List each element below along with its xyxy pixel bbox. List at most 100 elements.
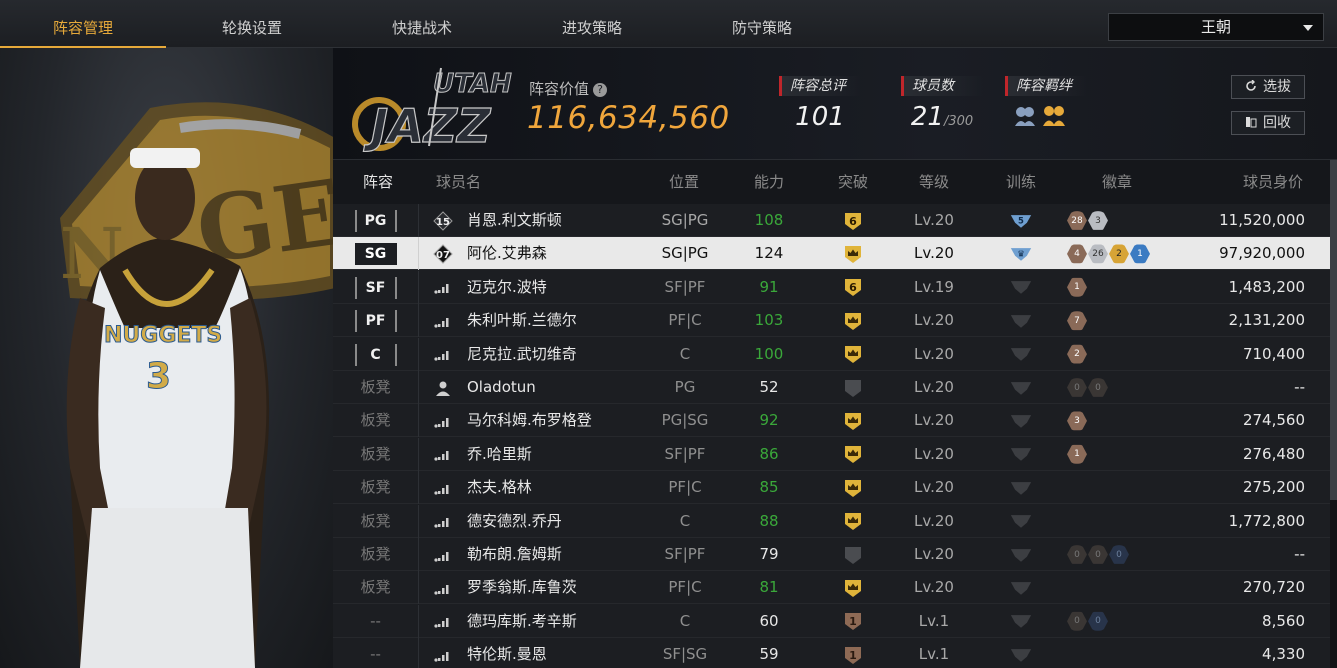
training-cell — [981, 638, 1061, 668]
signal-bars-icon — [434, 317, 449, 328]
tab-lineup-management[interactable]: 阵容管理 — [0, 0, 166, 48]
breakthrough-shield-icon — [845, 579, 861, 597]
breakthrough-shield-icon — [845, 479, 861, 497]
table-row[interactable]: PF 朱利叶斯.兰德尔 PF|C 103 Lv.20 7 2,131,200 — [333, 304, 1337, 338]
badge-hex-icon: 1 — [1067, 277, 1087, 297]
player-value: 97,920,000 — [1219, 244, 1305, 263]
badge-hex-icon: 26 — [1088, 244, 1108, 264]
breakthrough-cell — [813, 505, 893, 538]
col-lineup[interactable]: 阵容 — [363, 160, 393, 204]
player-position: SF|SG — [662, 645, 708, 664]
roster-scrollbar-thumb[interactable] — [1330, 160, 1337, 500]
rating-value: 101 — [795, 102, 845, 132]
signal-bars-icon — [434, 518, 449, 528]
lineup-slot: 板凳 — [333, 504, 419, 538]
table-row[interactable]: C 尼克拉.武切维奇 C 100 Lv.20 2 710,400 — [333, 337, 1337, 371]
top-tab-bar: 阵容管理 轮换设置 快捷战术 进攻策略 防守策略 王朝 — [0, 0, 1337, 48]
player-position: C — [679, 611, 691, 630]
table-row[interactable]: 板凳 Oladotun PG 52 Lv.20 0 0 -- — [333, 371, 1337, 404]
player-name: 肖恩.利文斯顿 — [467, 211, 562, 229]
bond-icons[interactable] — [1013, 104, 1087, 134]
col-badges[interactable]: 徽章 — [1102, 160, 1132, 204]
tab-offense-strategy[interactable]: 进攻策略 — [509, 0, 675, 48]
player-value: 276,480 — [1242, 444, 1305, 463]
player-value: 270,720 — [1242, 578, 1305, 597]
col-level[interactable]: 等级 — [919, 160, 949, 204]
lineup-slot: C — [333, 337, 419, 371]
table-row[interactable]: SF 迈克尔.波特 SF|PF 91 6 Lv.19 1 1,483,200 — [333, 270, 1337, 304]
player-ability: 86 — [759, 444, 779, 463]
breakthrough-cell: 6 — [813, 271, 893, 304]
player-ability: 103 — [754, 311, 784, 330]
table-row[interactable]: 板凳 罗季翁斯.库鲁茨 PF|C 81 Lv.20 270,720 — [333, 571, 1337, 605]
team-dropdown-value: 王朝 — [1200, 18, 1231, 36]
lineup-summary-header: UTAH JAZZ 阵容价值? 116,634,560 阵容总评 101 球员数… — [333, 48, 1337, 160]
recycle-button[interactable]: 回收 — [1231, 111, 1305, 135]
tab-rotation-settings[interactable]: 轮换设置 — [169, 0, 335, 48]
select-button[interactable]: 选拔 — [1231, 75, 1305, 99]
col-breakthrough[interactable]: 突破 — [838, 160, 868, 204]
player-ability: 79 — [759, 545, 779, 563]
badge-list: 00 — [1067, 371, 1109, 404]
signal-bars-icon — [434, 284, 449, 294]
player-icon-cell — [433, 338, 455, 371]
player-level: Lv.20 — [914, 344, 954, 363]
col-position[interactable]: 位置 — [669, 160, 699, 204]
table-row[interactable]: 板凳 马尔科姆.布罗格登 PG|SG 92 Lv.20 3 274,560 — [333, 404, 1337, 438]
lineup-slot: SF — [333, 270, 419, 304]
col-ability[interactable]: 能力 — [754, 160, 784, 204]
player-icon-cell — [433, 304, 455, 337]
badge-hex-icon: 7 — [1067, 311, 1087, 331]
training-cell — [981, 571, 1061, 604]
col-training[interactable]: 训练 — [1006, 160, 1036, 204]
table-row[interactable]: SG 07 阿伦.艾弗森 SG|PG 124 Lv.20 ♛ 4 26 2 1 97,920,000 — [333, 237, 1337, 271]
lineup-slot: 板凳 — [333, 404, 419, 438]
table-row[interactable]: 板凳 乔.哈里斯 SF|PF 86 Lv.20 1 276,480 — [333, 437, 1337, 471]
table-row[interactable]: 板凳 杰夫.格林 PF|C 85 Lv.20 275,200 — [333, 471, 1337, 505]
table-row[interactable]: PG 15 肖恩.利文斯顿 SG|PG 108 6 Lv.20 5 28 3 11,520,000 — [333, 204, 1337, 237]
breakthrough-shield-icon — [845, 446, 861, 464]
svg-text:JAZZ: JAZZ — [363, 99, 492, 152]
player-portrait-panel: GET N NUGGETS 3 — [0, 48, 333, 668]
breakthrough-cell — [813, 538, 893, 571]
badge-hex-icon: 4 — [1067, 244, 1087, 264]
roster-table-header: 阵容 球员名 位置 能力 突破 等级 训练 徽章 球员身价 — [333, 160, 1337, 204]
player-icon-cell — [433, 638, 455, 668]
col-player-value[interactable]: 球员身价 — [1243, 160, 1303, 204]
player-icon-cell — [433, 605, 455, 638]
player-level: Lv.20 — [914, 211, 954, 229]
badge-list: 2 — [1067, 338, 1088, 371]
table-row[interactable]: -- 德玛库斯.考辛斯 C 60 1 Lv.1 0 0 8,560 — [333, 604, 1337, 638]
roster-scrollbar[interactable] — [1330, 160, 1337, 668]
col-player-name[interactable]: 球员名 — [436, 160, 481, 204]
team-dropdown[interactable]: 王朝 — [1108, 13, 1324, 41]
tab-quick-tactics[interactable]: 快捷战术 — [339, 0, 505, 48]
player-icon-cell — [433, 471, 455, 504]
bond-stat: 阵容羁绊 — [1005, 76, 1087, 134]
table-row[interactable]: -- 特伦斯.曼恩 SF|SG 59 1 Lv.1 4,330 — [333, 638, 1337, 668]
number-07-icon: 07 — [433, 244, 453, 264]
player-ability: 100 — [754, 344, 784, 363]
recycle-icon — [1246, 117, 1257, 128]
table-row[interactable]: 板凳 勒布朗.詹姆斯 SF|PF 79 Lv.20 0 0 0 -- — [333, 538, 1337, 571]
lineup-slot: SG — [333, 237, 419, 271]
player-icon-cell — [433, 571, 455, 604]
table-row[interactable]: 板凳 德安德烈.乔丹 C 88 Lv.20 1,772,800 — [333, 504, 1337, 538]
lineup-value: 116,634,560 — [527, 100, 730, 136]
training-shield-icon — [1010, 481, 1032, 495]
svg-text:3: 3 — [146, 356, 171, 397]
player-value: 274,560 — [1242, 411, 1305, 430]
breakthrough-shield-icon — [845, 412, 861, 430]
player-position: C — [679, 511, 691, 530]
training-shield-icon — [1010, 548, 1032, 562]
player-value: 275,200 — [1242, 478, 1305, 497]
breakthrough-cell: 1 — [813, 638, 893, 668]
player-value: -- — [1294, 545, 1305, 563]
player-ability: 60 — [759, 611, 779, 630]
player-ability: 92 — [759, 411, 779, 430]
player-level: Lv.1 — [918, 611, 950, 630]
lineup-slot: 板凳 — [333, 471, 419, 505]
help-icon[interactable]: ? — [593, 83, 608, 97]
lineup-position-tag: C — [354, 343, 397, 366]
tab-defense-strategy[interactable]: 防守策略 — [679, 0, 845, 48]
